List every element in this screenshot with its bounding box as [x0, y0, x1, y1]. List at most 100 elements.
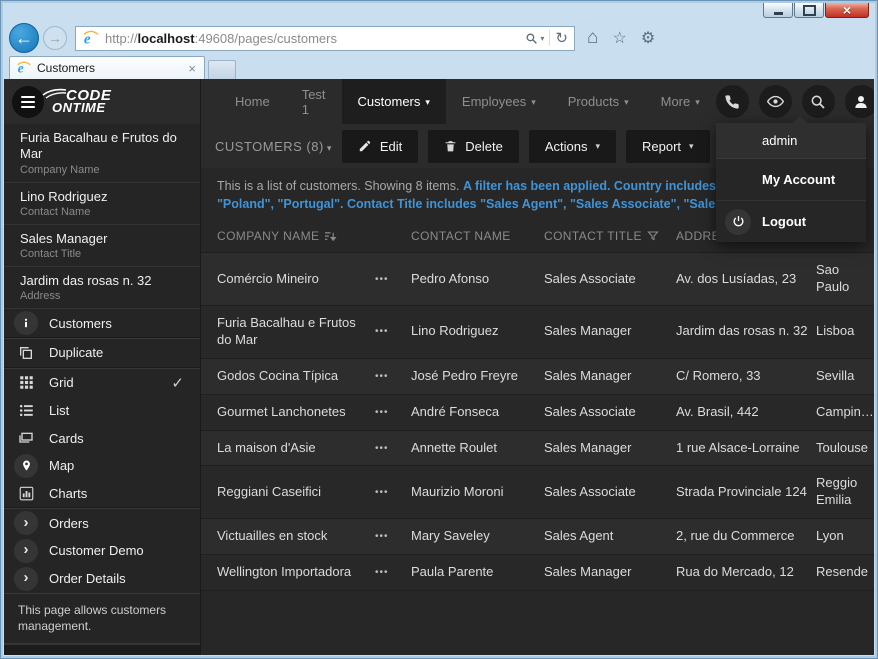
cell-company: Wellington Importadora: [217, 564, 352, 580]
chevron-down-icon: ▾: [624, 97, 629, 107]
menu-item-logout[interactable]: Logout: [716, 201, 866, 242]
summary-address[interactable]: Jardim das rosas n. 32 Address: [4, 267, 200, 310]
nav-item-more[interactable]: More ▾: [645, 79, 716, 124]
nav-item-test1[interactable]: Test 1: [286, 79, 342, 124]
new-tab-button[interactable]: [208, 60, 236, 79]
actions-button[interactable]: Actions ▾: [528, 129, 617, 163]
sidebar-view-map[interactable]: Map: [4, 452, 200, 480]
column-company-name[interactable]: COMPANY NAME: [217, 229, 375, 243]
cell-city: Lyon: [816, 528, 844, 544]
content-filler: [201, 591, 874, 655]
table-row[interactable]: Godos Cocina Típica ••• José Pedro Freyr…: [201, 357, 874, 394]
list-icon: [14, 398, 38, 422]
maximize-button[interactable]: [794, 3, 824, 18]
summary-company-name[interactable]: Furia Bacalhau e Frutos do Mar Company N…: [4, 124, 200, 183]
chevron-right-icon: ›: [14, 566, 38, 591]
table-row[interactable]: Wellington Importadora ••• Paula Parente…: [201, 554, 874, 591]
url-search-icon[interactable]: [525, 32, 538, 45]
close-window-button[interactable]: [825, 3, 869, 18]
cell-company: Reggiani Caseifici: [217, 483, 322, 499]
sidebar-view-charts[interactable]: Charts: [4, 480, 200, 508]
cell-city: Campin…: [816, 403, 874, 419]
summary-contact-title[interactable]: Sales Manager Contact Title: [4, 225, 200, 267]
sidebar-item-customer-demo[interactable]: › Customer Demo: [4, 537, 200, 565]
sidebar: Furia Bacalhau e Frutos do Mar Company N…: [4, 124, 201, 655]
cell-city: Lisboa: [816, 323, 855, 339]
view-selector[interactable]: CUSTOMERS (8) ▾: [215, 139, 332, 154]
phone-icon[interactable]: [715, 85, 749, 118]
logo-zone: CODE ONTIME: [4, 79, 201, 124]
refresh-icon[interactable]: ↻: [555, 29, 568, 47]
browser-toolbar: ← → e http://localhost:49608/pages/custo…: [1, 21, 877, 55]
sidebar-view-list[interactable]: List: [4, 396, 200, 424]
home-icon[interactable]: ⌂: [587, 27, 598, 49]
app-root: CODE ONTIME Home Test 1 Customers ▾ Emplo…: [4, 79, 874, 655]
search-icon[interactable]: [801, 85, 835, 118]
report-button[interactable]: Report ▾: [626, 129, 710, 163]
tab-customers[interactable]: e Customers ×: [9, 56, 205, 79]
edit-button[interactable]: Edit: [341, 129, 419, 163]
menu-item-my-account[interactable]: My Account: [716, 159, 866, 201]
cards-icon: [14, 426, 38, 450]
delete-button[interactable]: Delete: [428, 129, 519, 163]
app-logo[interactable]: CODE ONTIME: [42, 88, 111, 114]
trash-icon: [445, 141, 456, 152]
cell-contact: Pedro Afonso: [411, 270, 490, 286]
sidebar-view-grid[interactable]: Grid ✓: [4, 369, 200, 397]
nav-item-customers[interactable]: Customers ▾: [341, 79, 446, 124]
sidebar-item-order-details[interactable]: › Order Details: [4, 565, 200, 593]
address-bar[interactable]: e http://localhost:49608/pages/customers…: [75, 25, 575, 51]
user-dropdown-menu: admin My Account Logout: [716, 116, 866, 242]
row-menu-icon[interactable]: •••: [375, 397, 411, 428]
table-row[interactable]: Gourmet Lanchonetes ••• André Fonseca Sa…: [201, 393, 874, 430]
duplicate-icon: [14, 341, 38, 365]
cell-contact: Mary Saveley: [411, 528, 490, 544]
cell-contact: José Pedro Freyre: [411, 367, 518, 383]
minimize-button[interactable]: [763, 3, 793, 18]
bar-chart-icon: [14, 482, 38, 506]
summary-contact-name[interactable]: Lino Rodriguez Contact Name: [4, 183, 200, 225]
cell-city: Toulouse: [816, 439, 869, 455]
chevron-down-icon: ▾: [425, 97, 430, 107]
nav-item-home[interactable]: Home: [219, 79, 286, 124]
sidebar-item-duplicate[interactable]: Duplicate: [4, 339, 200, 367]
table-row[interactable]: Victuailles en stock ••• Mary Saveley Sa…: [201, 518, 874, 555]
row-menu-icon[interactable]: •••: [375, 477, 411, 508]
table-row[interactable]: Comércio Mineiro ••• Pedro Afonso Sales …: [201, 252, 874, 306]
nav-item-employees[interactable]: Employees ▾: [446, 79, 552, 124]
main-nav: Home Test 1 Customers ▾ Employees ▾ Produc…: [219, 79, 716, 124]
ie-icon: e: [17, 61, 31, 75]
table-row[interactable]: Furia Bacalhau e Frutos do Mar ••• Lino …: [201, 305, 874, 358]
row-menu-icon[interactable]: •••: [375, 316, 411, 347]
row-menu-icon[interactable]: •••: [375, 433, 411, 464]
cell-title: Sales Manager: [544, 323, 632, 339]
hamburger-menu-icon[interactable]: [12, 85, 44, 118]
sidebar-item-orders[interactable]: › Orders: [4, 509, 200, 537]
settings-gear-icon[interactable]: ⚙: [641, 28, 655, 48]
row-menu-icon[interactable]: •••: [375, 361, 411, 392]
favorites-star-icon[interactable]: ☆: [612, 28, 626, 48]
eye-icon[interactable]: [758, 85, 792, 118]
sidebar-view-cards[interactable]: Cards: [4, 424, 200, 452]
nav-item-products[interactable]: Products ▾: [552, 79, 645, 124]
column-contact-title[interactable]: CONTACT TITLE: [544, 229, 676, 243]
row-menu-icon[interactable]: •••: [375, 264, 411, 295]
user-account-icon[interactable]: [844, 85, 874, 118]
ie-icon: e: [83, 30, 99, 46]
sidebar-item-customers[interactable]: Customers: [4, 309, 200, 337]
search-options-caret-icon[interactable]: ▾: [540, 34, 544, 43]
row-menu-icon[interactable]: •••: [375, 557, 411, 588]
cell-contact: Annette Roulet: [411, 439, 498, 455]
cell-address: 1 rue Alsace-Lorraine: [676, 439, 800, 455]
table-row[interactable]: La maison d'Asie ••• Annette Roulet Sale…: [201, 429, 874, 466]
forward-button[interactable]: →: [43, 26, 67, 50]
row-menu-icon[interactable]: •••: [375, 521, 411, 552]
filter-icon: [647, 231, 659, 241]
window-titlebar[interactable]: [1, 1, 877, 21]
chevron-down-icon: ▾: [531, 97, 536, 107]
tab-close-icon[interactable]: ×: [186, 61, 198, 76]
column-contact-name[interactable]: CONTACT NAME: [411, 229, 544, 243]
cell-address: Rua do Mercado, 12: [676, 564, 794, 580]
table-row[interactable]: Reggiani Caseifici ••• Maurizio Moroni S…: [201, 465, 874, 519]
back-button[interactable]: ←: [9, 23, 39, 53]
